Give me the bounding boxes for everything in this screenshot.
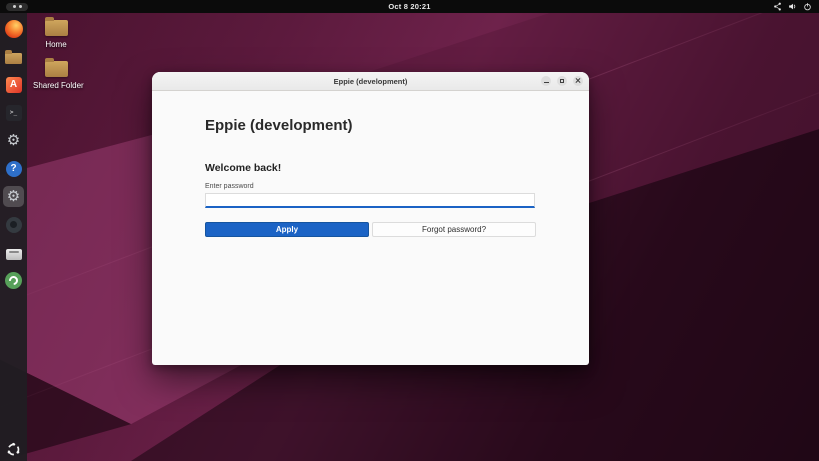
dock-item-printer[interactable] [3, 242, 24, 263]
password-label: Enter password [205, 183, 589, 190]
workspace-dot [19, 5, 22, 8]
desktop-icon-label: Home [33, 40, 79, 49]
window-body: Eppie (development) Welcome back! Enter … [152, 117, 589, 237]
gear-icon: ⚙ [7, 189, 20, 204]
ubuntu-apps-button[interactable] [0, 442, 27, 457]
activities-indicator[interactable] [6, 3, 28, 11]
dock: A >_ ⚙ ? ⚙ [0, 13, 27, 461]
printer-icon [6, 249, 22, 260]
desktop-icon-home[interactable]: Home [33, 20, 79, 49]
terminal-icon: >_ [6, 105, 22, 121]
dock-item-help[interactable]: ? [3, 158, 24, 179]
volume-icon[interactable] [788, 2, 797, 11]
desktop-icons: Home Shared Folder [33, 20, 79, 102]
dock-item-writer[interactable]: A [3, 74, 24, 95]
password-input[interactable] [205, 193, 535, 208]
help-icon: ? [6, 161, 22, 177]
window-controls [541, 76, 583, 86]
folder-icon [45, 61, 68, 77]
titlebar[interactable]: Eppie (development) [152, 72, 589, 91]
apply-button[interactable]: Apply [205, 222, 369, 237]
writer-app-icon: A [6, 77, 22, 93]
network-icon[interactable] [773, 2, 782, 11]
dock-item-firefox[interactable] [3, 18, 24, 39]
desktop: Oct 8 20:21 [0, 0, 819, 461]
maximize-button[interactable] [557, 76, 567, 86]
dock-item-settings-active[interactable]: ⚙ [3, 186, 24, 207]
power-icon[interactable] [803, 2, 812, 11]
folder-icon [45, 20, 68, 36]
dock-item-terminal[interactable]: >_ [3, 102, 24, 123]
welcome-text: Welcome back! [205, 162, 589, 174]
top-bar: Oct 8 20:21 [0, 0, 819, 13]
desktop-icon-label: Shared Folder [33, 81, 79, 90]
minimize-button[interactable] [541, 76, 551, 86]
system-status-area[interactable] [773, 2, 812, 11]
dock-item-utilities[interactable]: ⚙ [3, 130, 24, 151]
desktop-icon-shared-folder[interactable]: Shared Folder [33, 61, 79, 90]
eppie-window: Eppie (development) Eppie (development) … [152, 72, 589, 365]
forgot-password-button[interactable]: Forgot password? [372, 222, 536, 237]
software-updater-icon [5, 272, 22, 289]
firefox-icon [5, 20, 23, 38]
button-row: Apply Forgot password? [205, 222, 536, 237]
app-heading: Eppie (development) [205, 117, 589, 134]
gear-icon: ⚙ [7, 133, 20, 148]
clock[interactable]: Oct 8 20:21 [388, 2, 430, 11]
window-title: Eppie (development) [334, 77, 408, 86]
dock-item-files[interactable] [3, 46, 24, 67]
workspace-dot [13, 5, 16, 8]
camera-icon [6, 217, 22, 233]
dock-item-software-updater[interactable] [3, 270, 24, 291]
close-button[interactable] [573, 76, 583, 86]
ubuntu-logo-icon [6, 442, 21, 457]
dock-item-camera[interactable] [3, 214, 24, 235]
files-icon [5, 53, 22, 64]
